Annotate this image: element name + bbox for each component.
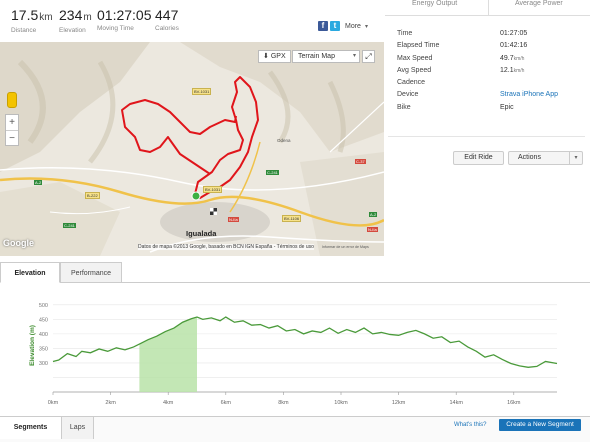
chevron-down-icon[interactable]: ▾: [569, 152, 582, 164]
energy-output-label: Energy Output: [412, 0, 458, 7]
detail-row-max-speed: Max Speed 49.7km/h: [397, 54, 525, 62]
whats-this-link[interactable]: What's this?: [454, 422, 487, 428]
detail-row-bike: Bike Epic: [397, 103, 514, 111]
y-tick-label: 400: [39, 332, 48, 338]
y-tick-label: 350: [39, 346, 48, 352]
facebook-icon[interactable]: f: [318, 21, 328, 31]
road-label: B-222: [85, 192, 100, 199]
divider: [388, 136, 585, 137]
road-label: C-241: [63, 223, 76, 228]
x-tick-label: 12km: [392, 400, 406, 406]
x-tick-label: 4km: [163, 400, 174, 406]
x-tick-label: 2km: [105, 400, 116, 406]
twitter-icon[interactable]: t: [330, 21, 340, 31]
segments-bar: Segments Laps What's this? Create a New …: [0, 416, 590, 442]
tab-segments[interactable]: Segments: [0, 417, 62, 439]
y-tick-label: 450: [39, 317, 48, 323]
gpx-download-button[interactable]: ⬇ GPX: [258, 50, 291, 63]
ride-details: Time 01:27:05 Elapsed Time 01:42:16 Max Sp…: [397, 30, 587, 116]
route-map[interactable]: + − ⬇ GPX Terrain Map ▾ ⤢ Igualada Odena…: [0, 42, 384, 256]
elevation-chart[interactable]: 300 350 400 450 500 Elevation (m) 0km 2km 4km 6km…: [0, 291, 590, 412]
town-label: Igualada: [186, 229, 217, 238]
x-tick-label: 16km: [507, 400, 521, 406]
road-label: BV-1031: [192, 88, 212, 95]
x-tick-label: 14km: [449, 400, 463, 406]
road-label: A-2: [369, 212, 378, 217]
road-label: N-IIa: [367, 227, 378, 232]
tab-performance[interactable]: Performance: [60, 262, 122, 283]
map-type-select[interactable]: Terrain Map ▾: [292, 50, 360, 63]
chevron-down-icon[interactable]: ▾: [365, 23, 368, 30]
y-axis-label: Elevation (m): [29, 325, 36, 366]
chevron-down-icon[interactable]: ▾: [353, 51, 356, 62]
stat-calories: 447 Calories: [155, 7, 179, 33]
road-label: N-IIa: [228, 217, 239, 222]
average-power-label: Average Power: [515, 0, 563, 7]
share-controls: f t More ▾: [318, 21, 368, 31]
map-canvas: [0, 42, 384, 256]
device-link[interactable]: Strava iPhone App: [500, 91, 558, 98]
zoom-in-button[interactable]: +: [6, 115, 18, 130]
map-attribution[interactable]: Datos de mapa ©2013 Google, basado en BC…: [138, 244, 314, 250]
detail-row-cadence: Cadence: [397, 79, 426, 87]
expand-icon[interactable]: ⤢: [362, 50, 375, 63]
analysis-tabs: Elevation Performance: [0, 262, 590, 283]
detail-row-device: Device Strava iPhone App: [397, 91, 558, 99]
edit-ride-button[interactable]: Edit Ride: [453, 151, 504, 165]
stat-moving-time: 01:27:05 Moving Time: [97, 7, 152, 33]
road-label: BV-1031: [203, 186, 223, 193]
zoom-control: + −: [5, 114, 19, 146]
x-tick-label: 6km: [221, 400, 232, 406]
place-label: Odena: [277, 138, 291, 143]
stats-bar: 17.5km Distance 234m Elevation 01:27:05 …: [0, 0, 384, 40]
tab-elevation[interactable]: Elevation: [0, 262, 60, 283]
x-tick-label: 10km: [334, 400, 348, 406]
download-icon: ⬇: [263, 53, 269, 60]
y-tick-label: 300: [39, 361, 48, 367]
stat-distance: 17.5km Distance: [11, 7, 53, 35]
y-tick-label: 500: [39, 303, 48, 309]
elevation-chart-svg: 300 350 400 450 500 Elevation (m) 0km 2km 4km 6km…: [29, 303, 558, 406]
highlight-area: [139, 317, 197, 392]
report-error-link[interactable]: Informar de un error de Maps: [322, 245, 369, 249]
create-segment-button[interactable]: Create a New Segment: [499, 419, 581, 431]
x-tick-label: 8km: [278, 400, 289, 406]
elevation-line: [52, 316, 558, 368]
pegman-icon[interactable]: [7, 92, 17, 108]
tab-laps[interactable]: Laps: [62, 417, 94, 439]
road-label: C-37: [355, 159, 366, 164]
divider: [488, 0, 489, 16]
road-label: C-241: [266, 170, 279, 175]
road-label: BV-1106: [282, 215, 302, 222]
x-tick-label: 0km: [48, 400, 59, 406]
more-button[interactable]: More: [345, 23, 361, 30]
detail-row-avg-speed: Avg Speed 12.1km/h: [397, 66, 525, 74]
road-label: A-2: [34, 180, 43, 185]
detail-row-time: Time 01:27:05: [397, 30, 528, 37]
activity-page: 17.5km Distance 234m Elevation 01:27:05 …: [0, 0, 590, 442]
detail-row-elapsed: Elapsed Time 01:42:16: [397, 42, 528, 50]
zoom-out-button[interactable]: −: [6, 131, 18, 146]
actions-dropdown[interactable]: Actions ▾: [508, 151, 583, 165]
stat-elevation: 234m Elevation: [59, 7, 92, 35]
google-logo: Google: [3, 238, 34, 248]
